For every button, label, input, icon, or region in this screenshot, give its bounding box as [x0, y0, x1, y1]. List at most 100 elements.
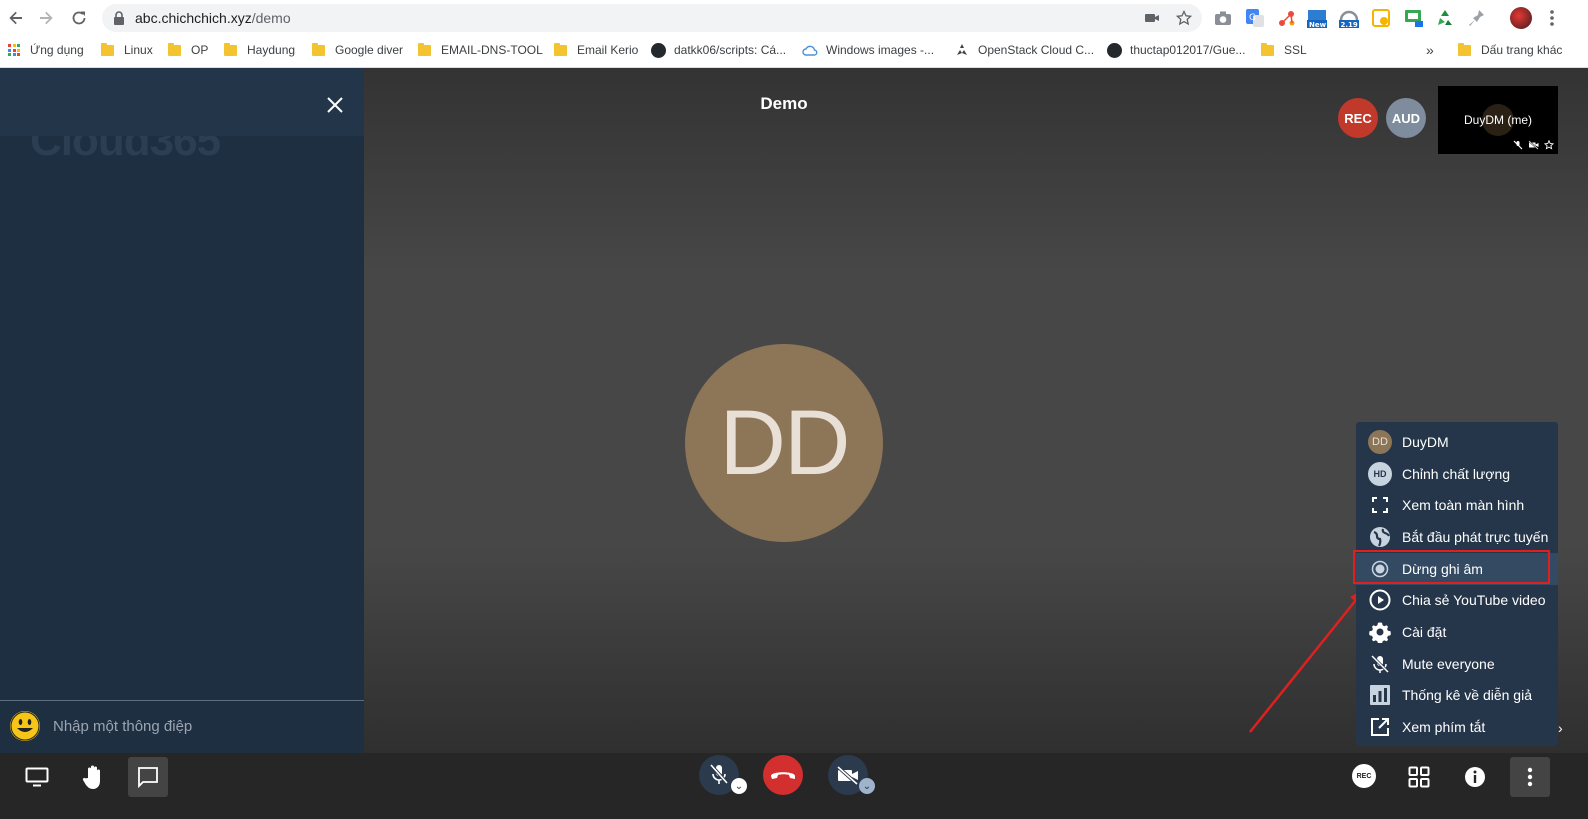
bookmark-op[interactable]: OP: [168, 40, 208, 60]
self-thumbnail[interactable]: DuyDM (me): [1438, 86, 1558, 154]
camera-options-chevron-icon[interactable]: ⌄: [859, 778, 875, 794]
menu-item-profile[interactable]: DD DuyDM: [1356, 426, 1558, 458]
folder-icon: [418, 42, 431, 56]
smiley-icon: [10, 711, 40, 741]
folder-icon: [1458, 42, 1471, 56]
profile-avatar-icon[interactable]: [1510, 7, 1532, 29]
browser-menu-icon[interactable]: [1540, 6, 1564, 30]
bookmark-thuctap012017[interactable]: thuctap012017/Gue...: [1107, 40, 1245, 60]
bookmarks-bar: Ứng dụng Linux OP Haydung Google diver E…: [0, 36, 1588, 64]
address-bar[interactable]: abc.chichchich.xyz/demo: [102, 4, 1202, 32]
mic-muted-icon: [1513, 140, 1523, 150]
avatar-icon: DD: [1368, 429, 1392, 454]
phone-hangup-icon: [771, 772, 795, 779]
stats-icon: [1368, 683, 1392, 707]
recycle-extension-icon[interactable]: [1434, 7, 1456, 29]
menu-more-chevron-icon[interactable]: ›: [1558, 720, 1563, 736]
bookmark-email-kerio[interactable]: Email Kerio: [554, 40, 638, 60]
bookmark-datkk06-scripts[interactable]: datkk06/scripts: Cá...: [651, 40, 786, 60]
github-icon: [651, 42, 666, 58]
more-options-button[interactable]: [1510, 757, 1550, 797]
fullscreen-icon: [1368, 493, 1392, 517]
chat-message-input[interactable]: Nhập một thông điệp: [53, 718, 192, 735]
more-vertical-icon: [1527, 767, 1533, 787]
folder-icon: [554, 42, 567, 56]
aud-badge: AUD: [1386, 98, 1426, 138]
svg-text:New: New: [1309, 21, 1327, 29]
monitor-extension-icon[interactable]: [1403, 7, 1425, 29]
conference-title: Demo: [760, 94, 808, 113]
grid-icon: [1408, 766, 1430, 788]
url-text: abc.chichchich.xyz/demo: [135, 10, 291, 26]
folder-icon: [168, 42, 181, 56]
clock-extension-icon[interactable]: [1370, 7, 1392, 29]
star-icon[interactable]: [1176, 10, 1192, 26]
chat-toggle-button[interactable]: [128, 757, 168, 797]
info-button[interactable]: [1455, 757, 1495, 797]
raise-hand-button[interactable]: [73, 757, 113, 797]
hangup-button[interactable]: [763, 755, 803, 795]
openstack-icon: [957, 44, 967, 55]
camera-off-icon: [836, 765, 859, 785]
chat-icon: [138, 767, 158, 788]
bookmarks-overflow-button[interactable]: »: [1426, 40, 1434, 60]
bookmark-linux[interactable]: Linux: [101, 40, 153, 60]
reload-icon[interactable]: [67, 6, 91, 30]
close-chat-button[interactable]: [320, 90, 350, 120]
hd-icon: HD: [1368, 461, 1392, 486]
annotation-arrow: [1249, 589, 1364, 733]
menu-item-quality[interactable]: HD Chỉnh chất lượng: [1356, 458, 1558, 490]
recording-button[interactable]: REC: [1352, 764, 1376, 788]
monitor-icon: [25, 767, 49, 787]
menu-item-fullscreen[interactable]: Xem toàn màn hình: [1356, 489, 1558, 521]
menu-item-speaker-stats[interactable]: Thống kê về diễn giả: [1356, 679, 1558, 711]
tile-view-button[interactable]: [1399, 757, 1439, 797]
folder-icon: [101, 42, 114, 56]
folder-icon: [1261, 42, 1274, 56]
bookmark-other[interactable]: Dấu trang khác: [1458, 40, 1562, 60]
camera-blocked-icon[interactable]: [1144, 10, 1160, 26]
play-icon: [1368, 588, 1392, 612]
screen-share-button[interactable]: [17, 757, 57, 797]
folder-icon: [224, 42, 237, 56]
mic-options-chevron-icon[interactable]: ⌄: [731, 778, 747, 794]
new-extension-icon[interactable]: New: [1306, 7, 1328, 29]
menu-item-shortcuts[interactable]: Xem phím tắt: [1356, 711, 1558, 743]
highlight-box: [1353, 550, 1550, 584]
participant-avatar: DD: [685, 344, 883, 542]
menu-item-settings[interactable]: Cài đặt: [1356, 616, 1558, 648]
menu-item-mute-everyone[interactable]: Mute everyone: [1356, 648, 1558, 680]
bookmark-haydung[interactable]: Haydung: [224, 40, 295, 60]
bookmark-ssl[interactable]: SSL: [1261, 40, 1307, 60]
rec-badge: REC: [1338, 98, 1378, 138]
bookmark-google-diver[interactable]: Google diver: [312, 40, 403, 60]
bookmark-windows-images[interactable]: Windows images -...: [802, 40, 934, 60]
info-icon: [1465, 767, 1485, 787]
menu-item-share-youtube[interactable]: Chia sẻ YouTube video: [1356, 584, 1558, 616]
chat-sidebar: Cloud365 Nhập một thông điệp: [0, 68, 364, 753]
screenshot-extension-icon[interactable]: [1212, 7, 1234, 29]
bookmark-openstack[interactable]: OpenStack Cloud C...: [955, 40, 1094, 60]
emoji-button[interactable]: [10, 711, 40, 741]
bottom-toolbar: ⌄ ⌄ REC: [0, 753, 1588, 819]
mic-off-icon: [1368, 652, 1392, 676]
browser-chrome: abc.chichchich.xyz/demo G New 2.19 Ứng d…: [0, 0, 1588, 68]
gear-icon: [1368, 620, 1392, 644]
thumbnail-name: DuyDM (me): [1464, 113, 1532, 127]
browser-nav-row: abc.chichchich.xyz/demo G New 2.19: [0, 0, 1588, 36]
bookmark-email-dns-tool[interactable]: EMAIL-DNS-TOOL: [418, 40, 543, 60]
close-icon: [327, 97, 343, 113]
cloud-icon: [802, 45, 818, 56]
network-extension-icon[interactable]: [1276, 7, 1298, 29]
bookmark-apps[interactable]: Ứng dụng: [8, 40, 84, 60]
speed-extension-icon[interactable]: 2.19: [1338, 7, 1360, 29]
forward-icon[interactable]: [34, 6, 58, 30]
sidebar-header: [0, 68, 364, 136]
chat-input-area[interactable]: Nhập một thông điệp: [0, 700, 364, 753]
pin-extension-icon[interactable]: [1465, 7, 1487, 29]
camera-off-icon: [1528, 140, 1539, 150]
back-icon[interactable]: [4, 6, 28, 30]
translate-extension-icon[interactable]: G: [1244, 7, 1266, 29]
menu-item-livestream[interactable]: Bắt đầu phát trực tuyến: [1356, 521, 1558, 553]
hand-icon: [82, 765, 100, 789]
